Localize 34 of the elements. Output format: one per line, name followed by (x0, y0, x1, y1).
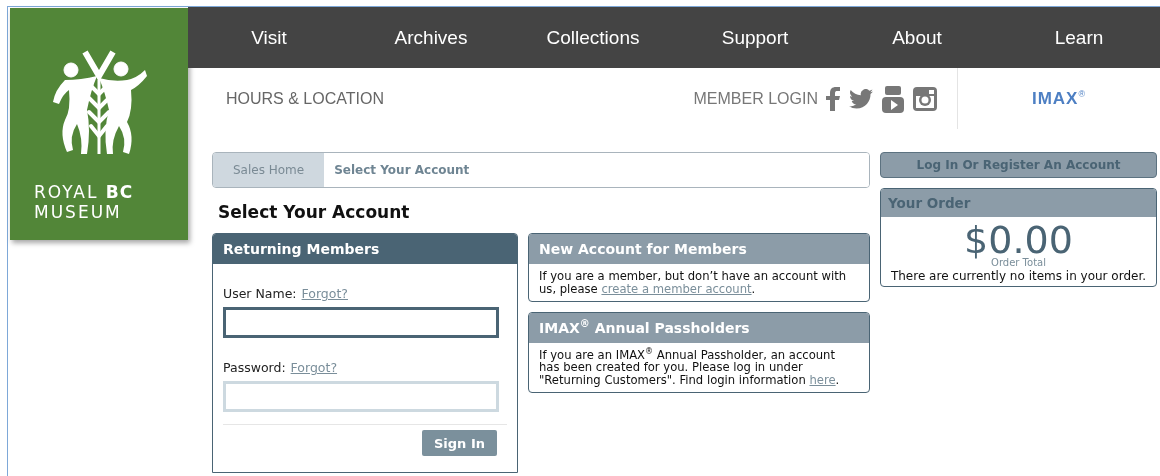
nav-link[interactable]: Learn (1048, 22, 1110, 53)
forgot-link[interactable]: Forgot? (290, 360, 338, 375)
imax-link[interactable]: IMAX$^{®}$ (958, 88, 1160, 109)
hours-location-link[interactable]: HOURS & LOCATION (226, 89, 384, 108)
panel-header: Returning Members (213, 234, 517, 264)
field-label: User Name: (223, 286, 297, 301)
panel-header: Your Order (881, 189, 1156, 217)
field-label: Password: (223, 360, 286, 375)
sign-in-button[interactable]: Sign In (422, 430, 497, 456)
page-title: Select Your Account (218, 202, 411, 222)
logo-text: ROYAL BC (34, 182, 135, 202)
logo-text: MUSEUM (34, 202, 123, 222)
nav-link[interactable]: Archives (388, 22, 474, 53)
nav-link[interactable]: About (886, 22, 948, 53)
video-icon[interactable] (882, 84, 904, 113)
input-field[interactable] (223, 307, 499, 338)
breadcrumb-item[interactable]: Sales Home (213, 153, 325, 187)
forgot-link[interactable]: Forgot? (301, 286, 348, 301)
facebook-icon[interactable] (826, 86, 840, 111)
text-link[interactable]: here (809, 373, 836, 387)
text-link[interactable]: create a member account (601, 281, 752, 296)
member-login-link[interactable]: MEMBER LOGIN (693, 89, 818, 108)
nav-link[interactable]: Collections (540, 22, 646, 53)
bird-icon[interactable] (849, 88, 873, 109)
nav-link[interactable]: Support (715, 22, 795, 53)
camera-icon[interactable] (913, 86, 937, 111)
panel-header: New Account for Members (529, 234, 869, 264)
order-total-label: Order Total (991, 257, 1046, 268)
nav-link[interactable]: Visit (245, 22, 293, 53)
order-message: There are currently no items in your order. (890, 269, 1147, 283)
info-text: If you are a member, but don’t have an account with us, please create a member account. (538, 268, 848, 298)
info-text: If you are an IMAX$^{®}$ Annual Passholder, an account has been created for you. Please log in under "Returning Customers". Find login information here. (538, 345, 841, 389)
order-total: $0.00 (964, 221, 1073, 259)
panel-header: IMAX$^{®}$ Annual Passholders (529, 312, 869, 343)
